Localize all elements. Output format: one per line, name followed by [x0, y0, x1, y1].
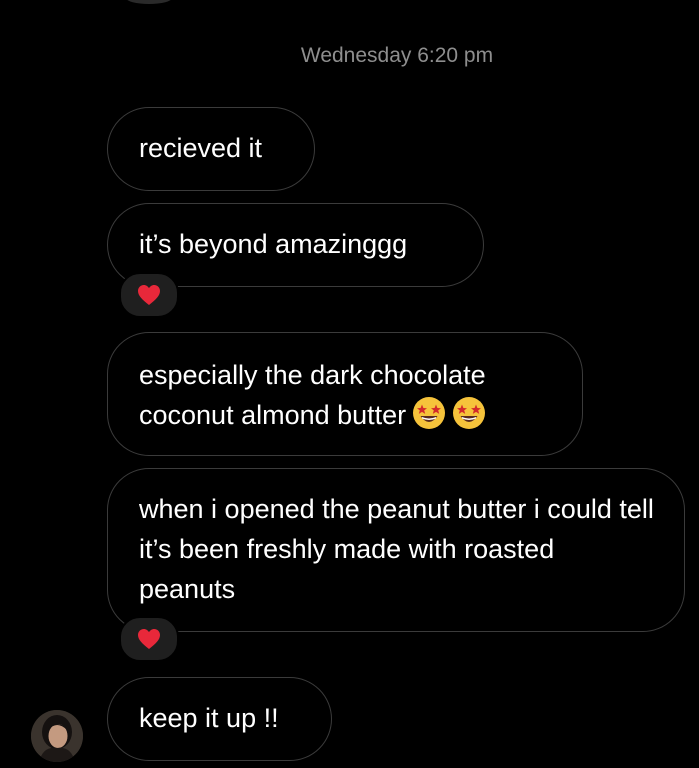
message-text: keep it up !! [139, 703, 279, 733]
star-struck-emoji-icon [452, 396, 486, 430]
message-text: recieved it [139, 133, 263, 163]
message-bubble[interactable]: keep it up !! [107, 677, 332, 761]
timestamp-divider: Wednesday 6:20 pm [300, 44, 494, 67]
heart-icon [138, 629, 160, 649]
message-text: when i opened the peanut butter i could … [139, 494, 654, 604]
sender-avatar[interactable] [31, 710, 83, 762]
previous-message-edge [126, 0, 172, 4]
message-bubble[interactable]: when i opened the peanut butter i could … [107, 468, 685, 632]
message-text: it’s beyond amazinggg [139, 229, 408, 259]
heart-icon [138, 285, 160, 305]
message-bubble[interactable]: especially the dark chocolate coconut al… [107, 332, 583, 456]
message-bubble[interactable]: recieved it [107, 107, 315, 191]
heart-reaction[interactable] [119, 272, 179, 318]
star-struck-emoji-icon [412, 396, 446, 430]
profile-photo [31, 710, 83, 762]
heart-reaction[interactable] [119, 616, 179, 662]
